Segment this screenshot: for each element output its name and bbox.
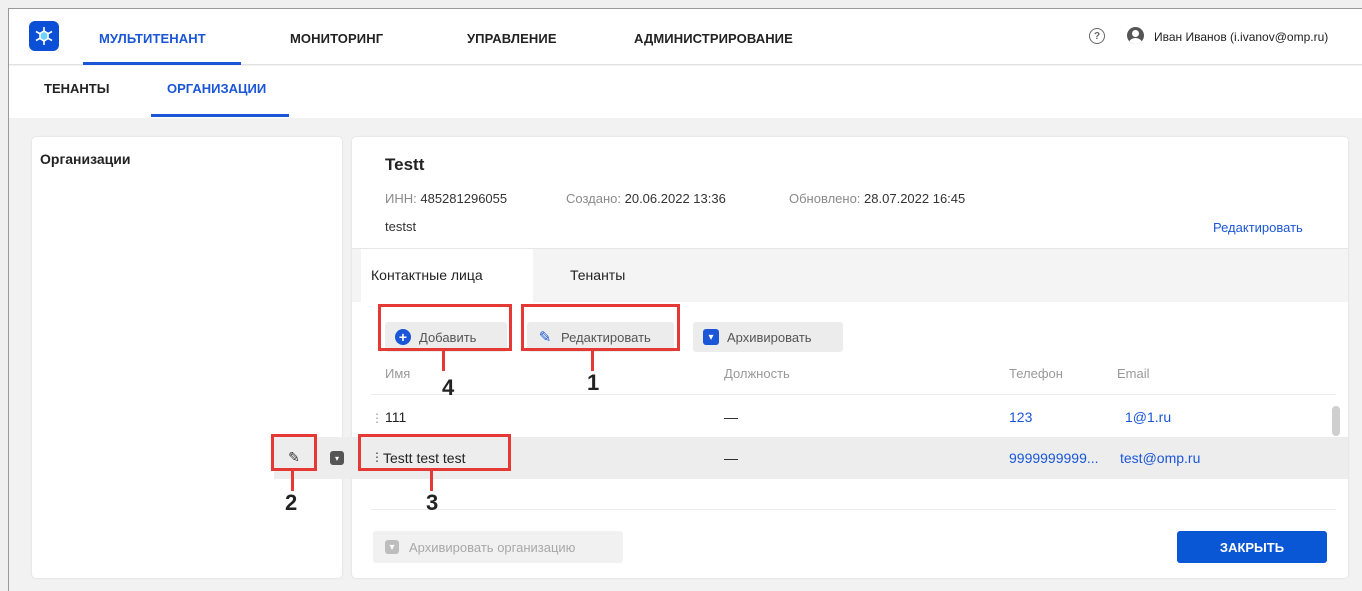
- annotation-line-2: [291, 471, 294, 491]
- created-label: Создано:: [566, 191, 621, 206]
- annotation-number-4: 4: [442, 375, 455, 400]
- nav-administration[interactable]: АДМИНИСТРИРОВАНИЕ: [634, 31, 793, 46]
- app-window: МУЛЬТИТЕНАНТ МОНИТОРИНГ УПРАВЛЕНИЕ АДМИН…: [8, 8, 1362, 591]
- tab-org-tenants[interactable]: Тенанты: [570, 267, 625, 283]
- footer-divider: [371, 509, 1336, 510]
- annotation-box-add: [378, 304, 512, 351]
- archive-box-icon: ▾: [703, 329, 719, 345]
- row2-email[interactable]: test@omp.ru: [1120, 450, 1200, 466]
- annotation-line-3: [430, 471, 433, 491]
- annotation-number-3: 3: [426, 490, 439, 515]
- nav-management[interactable]: УПРАВЛЕНИЕ: [467, 31, 557, 46]
- sub-navigation: ТЕНАНТЫ ОРГАНИЗАЦИИ: [9, 66, 1362, 118]
- annotation-line-1: [591, 351, 594, 371]
- org-name: Testt: [385, 155, 425, 174]
- drag-handle-icon[interactable]: ⋮: [371, 411, 383, 425]
- table-scrollbar[interactable]: [1332, 406, 1340, 436]
- snowflake-icon: [35, 27, 53, 45]
- tab-organizations[interactable]: ОРГАНИЗАЦИИ: [167, 81, 266, 96]
- row1-email[interactable]: 1@1.ru: [1125, 409, 1171, 425]
- org-created: Создано: 20.06.2022 13:36: [566, 191, 726, 206]
- org-inn: ИНН: 485281296055: [385, 191, 507, 206]
- row1-position: —: [724, 409, 738, 425]
- inn-value: 485281296055: [420, 191, 508, 206]
- annotation-line-4: [442, 351, 445, 371]
- app-logo[interactable]: [29, 21, 59, 51]
- org-updated: Обновлено: 28.07.2022 16:45: [789, 191, 965, 206]
- left-panel-title: Организации: [40, 151, 131, 167]
- header-divider: [371, 394, 1336, 395]
- row-archive-icon[interactable]: ▾: [330, 451, 344, 465]
- annotation-box-row-name: [358, 434, 511, 471]
- annotation-number-1: 1: [587, 370, 600, 395]
- tab-contacts[interactable]: Контактные лица: [371, 267, 483, 283]
- col-phone-header[interactable]: Телефон: [1009, 366, 1063, 381]
- row1-phone[interactable]: 123: [1009, 409, 1032, 425]
- archive-contact-button[interactable]: ▾ Архивировать: [693, 322, 843, 352]
- top-navigation: МУЛЬТИТЕНАНТ МОНИТОРИНГ УПРАВЛЕНИЕ АДМИН…: [9, 9, 1362, 65]
- row1-name[interactable]: 111: [385, 409, 406, 425]
- tab-tenants[interactable]: ТЕНАНТЫ: [44, 81, 109, 96]
- help-icon[interactable]: ?: [1089, 28, 1105, 44]
- row2-phone[interactable]: 9999999999...: [1009, 450, 1099, 466]
- annotation-number-2: 2: [285, 490, 298, 515]
- nav-active-indicator: [83, 62, 241, 65]
- sub-active-indicator: [151, 114, 289, 117]
- nav-multitenant[interactable]: МУЛЬТИТЕНАНТ: [99, 31, 206, 46]
- col-name-header[interactable]: Имя: [385, 366, 410, 381]
- user-name[interactable]: Иван Иванов (i.ivanov@omp.ru): [1154, 30, 1328, 44]
- archive-organization-button[interactable]: ▾ Архивировать организацию: [373, 531, 623, 563]
- organization-detail-panel: Testt ИНН: 485281296055 Создано: 20.06.2…: [352, 137, 1348, 578]
- archive-org-label: Архивировать организацию: [409, 539, 576, 555]
- annotation-box-row-edit: [271, 434, 317, 471]
- org-description: testst: [385, 219, 417, 234]
- annotation-box-edit: [521, 304, 680, 351]
- user-avatar-icon[interactable]: [1127, 27, 1144, 44]
- col-position-header[interactable]: Должность: [724, 366, 790, 381]
- inn-label: ИНН:: [385, 191, 417, 206]
- row2-position: —: [724, 450, 738, 466]
- col-email-header[interactable]: Email: [1117, 366, 1150, 381]
- archive-label: Архивировать: [727, 329, 812, 345]
- updated-value: 28.07.2022 16:45: [864, 191, 966, 206]
- table-row-hover: [364, 437, 1348, 479]
- updated-label: Обновлено:: [789, 191, 861, 206]
- created-value: 20.06.2022 13:36: [624, 191, 726, 206]
- close-button[interactable]: ЗАКРЫТЬ: [1177, 531, 1327, 563]
- edit-org-link[interactable]: Редактировать: [1213, 220, 1303, 235]
- archive-box-icon: ▾: [385, 540, 399, 554]
- nav-monitoring[interactable]: МОНИТОРИНГ: [290, 31, 383, 46]
